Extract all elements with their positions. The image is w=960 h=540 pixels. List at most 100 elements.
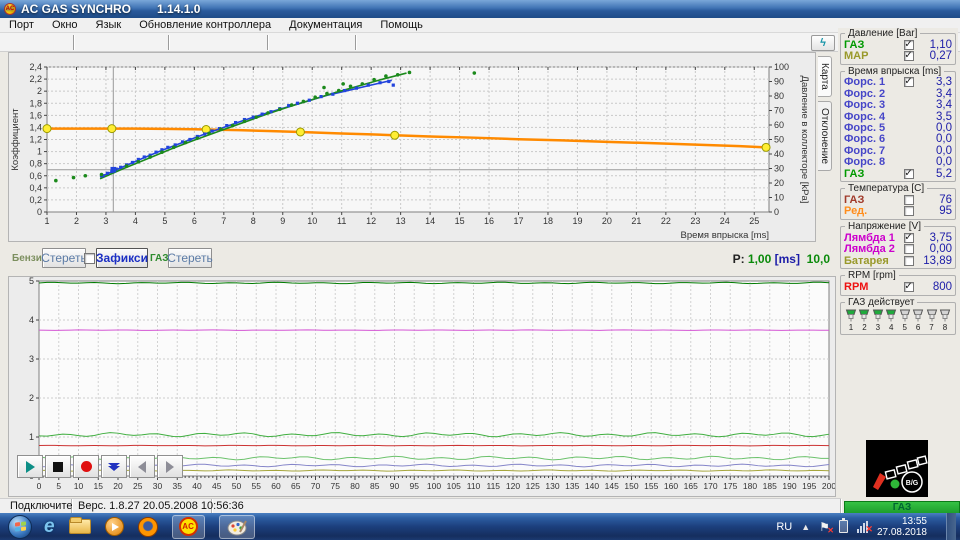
row-checkbox[interactable]: ✓: [903, 77, 914, 88]
svg-text:21: 21: [631, 216, 641, 226]
menu-item-2[interactable]: Окно: [43, 18, 87, 33]
row-value: 3,75: [929, 231, 952, 244]
menu-item-3[interactable]: Язык: [87, 18, 131, 33]
svg-text:25: 25: [133, 481, 143, 491]
tab-deviation[interactable]: Отклонение: [818, 100, 832, 171]
next-button[interactable]: [157, 455, 183, 478]
svg-text:180: 180: [743, 481, 757, 491]
coefficient-chart[interactable]: 1 2 3 4 5 6 7 8 9 10 11 12 13 14 15 16 17 18 19 20 21 22 23 24 2…: [9, 53, 815, 241]
explorer-folder-icon[interactable]: [68, 517, 91, 534]
row-checkbox[interactable]: ✓: [903, 168, 914, 179]
svg-text:0,4: 0,4: [29, 183, 42, 193]
row-label: ГАЗ: [844, 194, 865, 206]
svg-text:150: 150: [624, 481, 638, 491]
skip-down-button[interactable]: [101, 455, 127, 478]
erase-benzin-button[interactable]: Стереть: [41, 248, 87, 268]
erase-gas-button[interactable]: Стереть: [167, 248, 213, 268]
gauge-red-segment: [873, 473, 886, 490]
injector-icon: [859, 309, 870, 322]
panel-row-Форс. 3: Форс. 3 3,4: [844, 99, 952, 111]
row-checkbox[interactable]: [903, 206, 914, 217]
toolbar-separator: [267, 35, 269, 50]
row-label: RPM: [844, 280, 869, 293]
status-empty: [212, 499, 841, 513]
paint-task-button[interactable]: [218, 514, 255, 539]
svg-text:145: 145: [605, 481, 619, 491]
row-checkbox[interactable]: ✓: [903, 51, 914, 62]
show-desktop-button[interactable]: [946, 513, 956, 540]
menu-item-5[interactable]: Документация: [280, 18, 371, 33]
row-label: Форс. 5: [844, 122, 886, 135]
svg-text:115: 115: [486, 481, 500, 491]
gas-status-label: ГАЗ: [892, 502, 912, 513]
row-value: 0,0: [936, 156, 952, 169]
svg-text:135: 135: [565, 481, 579, 491]
start-button[interactable]: [8, 514, 32, 539]
window-title: AC GAS SYNCHRO: [21, 2, 132, 16]
row-checkbox[interactable]: [903, 244, 914, 255]
row-label: Лямбда 1: [844, 231, 895, 244]
stop-button[interactable]: [45, 455, 71, 478]
row-checkbox[interactable]: ✓: [903, 232, 914, 243]
group-Температура [C]: Температура [C] ГАЗ 76 Ред. 95: [840, 183, 956, 221]
row-value: 0,27: [929, 50, 952, 63]
prev-button[interactable]: [129, 455, 155, 478]
svg-text:3: 3: [29, 354, 34, 364]
hidden-icons-chevron[interactable]: ▲: [801, 522, 810, 532]
svg-text:75: 75: [331, 481, 341, 491]
row-label: Лямбда 2: [844, 243, 895, 256]
svg-text:24: 24: [720, 216, 730, 226]
row-label: ГАЗ: [844, 167, 865, 180]
p-value: 1,00: [747, 252, 772, 266]
group-title: Температура [C]: [845, 183, 928, 195]
clock[interactable]: 13:55 27.08.2018: [877, 516, 937, 538]
tab-map[interactable]: Карта: [818, 56, 832, 97]
row-checkbox[interactable]: ✓: [903, 281, 914, 292]
skip-down-icon: [108, 462, 120, 471]
play-button[interactable]: [17, 455, 43, 478]
svg-text:70: 70: [774, 106, 784, 116]
row-value: 95: [939, 205, 952, 218]
svg-text:0,6: 0,6: [29, 171, 42, 181]
ac-gas-synchro-task-button[interactable]: AC: [171, 514, 205, 539]
svg-text:7: 7: [221, 216, 226, 226]
media-player-icon[interactable]: [104, 517, 124, 536]
internet-explorer-icon[interactable]: e: [44, 516, 55, 538]
row-checkbox[interactable]: ✓: [903, 39, 914, 50]
connect-button[interactable]: ϟ: [811, 35, 835, 51]
action-center-flag-icon[interactable]: ⚑ ✕: [819, 520, 834, 535]
svg-text:25: 25: [749, 216, 759, 226]
firefox-icon[interactable]: [137, 516, 158, 537]
svg-text:Коэффициент: Коэффициент: [10, 108, 21, 171]
injector-1-active: 1: [845, 309, 857, 332]
row-label: Форс. 1: [844, 76, 886, 89]
menu-item-4[interactable]: Обновление контроллера: [130, 18, 280, 33]
paint-icon: [227, 520, 247, 535]
row-checkbox[interactable]: [903, 255, 914, 266]
svg-text:22: 22: [661, 216, 671, 226]
svg-text:12: 12: [366, 216, 376, 226]
svg-text:80: 80: [774, 91, 784, 101]
fix-button[interactable]: Зафикси: [96, 248, 148, 268]
battery-icon[interactable]: [838, 518, 848, 533]
toolbar: ϟ: [0, 33, 960, 52]
menu-item-6[interactable]: Помощь: [371, 18, 432, 33]
row-label: Батарея: [844, 254, 889, 267]
svg-text:15: 15: [455, 216, 465, 226]
svg-text:95: 95: [410, 481, 420, 491]
status-connection: Подключите: [0, 499, 72, 513]
row-label: Форс. 6: [844, 133, 886, 146]
svg-text:0,8: 0,8: [29, 159, 42, 169]
injector-7-inactive: 7: [926, 309, 938, 332]
menu-item-1[interactable]: Порт: [0, 18, 43, 33]
data-panel: Давление [Bar] ГАЗ ✓ 1,10 MAP ✓ 0,27 Время впры…: [838, 28, 958, 498]
fix-checkbox[interactable]: [84, 253, 95, 264]
row-checkbox[interactable]: [903, 194, 914, 205]
record-button[interactable]: [73, 455, 99, 478]
svg-text:9: 9: [280, 216, 285, 226]
svg-text:165: 165: [684, 481, 698, 491]
network-icon[interactable]: ✕: [856, 520, 873, 534]
p-step: 10,0: [806, 252, 830, 266]
row-value: 3,3: [936, 76, 952, 89]
language-indicator[interactable]: RU: [776, 521, 792, 533]
